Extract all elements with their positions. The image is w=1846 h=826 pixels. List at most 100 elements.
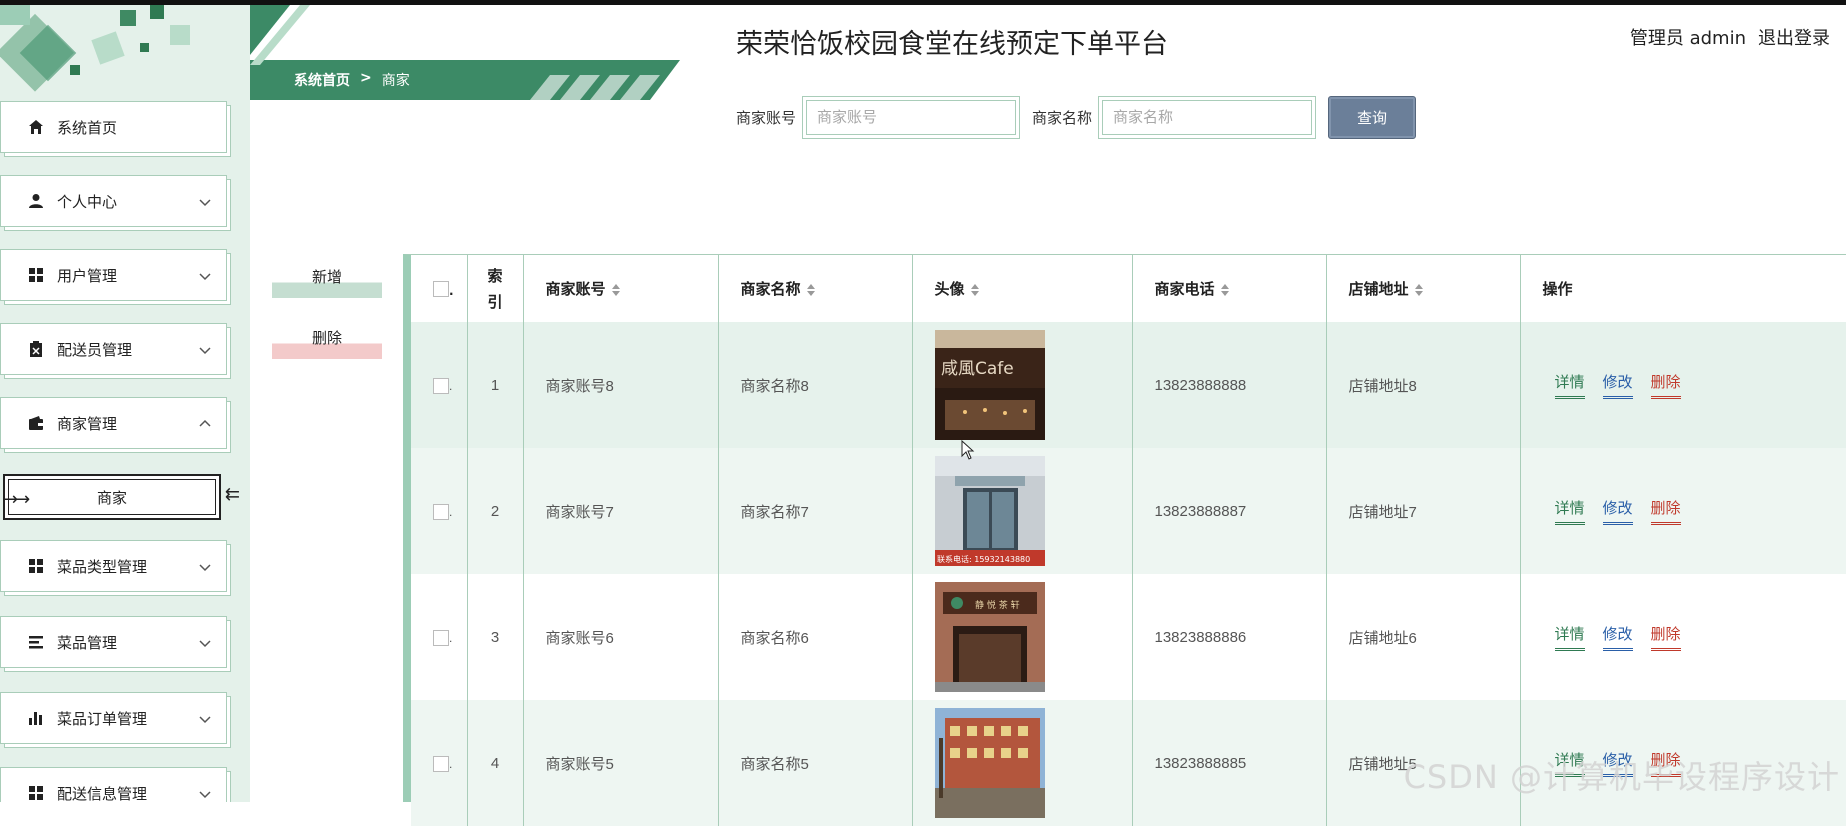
edit-link[interactable]: 修改	[1602, 371, 1633, 399]
breadcrumb: 系统首页 > 商家	[294, 70, 410, 90]
ops-cell: 详情 修改 删除	[1520, 448, 1846, 574]
breadcrumb-current: 商家	[381, 73, 410, 89]
select-all-checkbox[interactable]	[433, 281, 449, 297]
chevron-down-icon	[199, 199, 211, 207]
chevron-up-icon	[199, 419, 211, 427]
shop-address-cell: 店铺地址7	[1326, 448, 1521, 574]
avatar-image-teahouse[interactable]: 静 悦 茶 轩	[934, 582, 1045, 692]
delete-link[interactable]: 删除	[1650, 497, 1681, 525]
ops-cell: 详情 修改 删除	[1520, 322, 1846, 448]
merchant-name-input[interactable]	[1102, 100, 1313, 135]
row-checkbox-cell: .	[411, 322, 468, 448]
shop-address-cell: 店铺地址8	[1326, 322, 1521, 448]
sidebar-item-merchant-management[interactable]: 商家管理	[0, 397, 227, 449]
add-button[interactable]: 新增	[272, 264, 382, 298]
sidebar-item-delivery-info-management[interactable]: 配送信息管理	[0, 767, 227, 802]
merchant-table: . 索引 商家账号 商家名称 头像 商家电话 店铺地址 操作 . 1 商家账号8…	[403, 254, 1846, 826]
delete-link[interactable]: 删除	[1650, 623, 1681, 651]
merchant-account-field-wrap	[802, 96, 1021, 139]
grid-icon	[27, 557, 45, 575]
merchant-phone-cell: 13823888887	[1132, 448, 1327, 574]
name-header[interactable]: 商家名称	[718, 255, 913, 322]
grid-icon	[27, 784, 45, 802]
watermark: CSDN @计算机毕设程序设计	[1403, 758, 1840, 796]
sort-icon[interactable]	[970, 283, 979, 296]
sidebar-item-dish-management[interactable]: 菜品管理	[0, 616, 227, 668]
merchant-name-label: 商家名称	[1032, 109, 1093, 127]
phone-header[interactable]: 商家电话	[1132, 255, 1327, 322]
breadcrumb-home[interactable]: 系统首页	[294, 70, 350, 90]
edit-link[interactable]: 修改	[1602, 623, 1633, 651]
merchant-account-label: 商家账号	[736, 109, 797, 127]
row-checkbox[interactable]	[433, 629, 449, 646]
page-title: 荣荣恰饭校园食堂在线预定下单平台	[736, 29, 1168, 60]
avatar-image-storefront[interactable]: 联系电话: 15932143880	[934, 456, 1045, 566]
shop-address-cell: 店铺地址6	[1326, 574, 1521, 700]
detail-link[interactable]: 详情	[1554, 497, 1585, 525]
ops-header: 操作	[1520, 255, 1846, 322]
merchant-account-input[interactable]	[806, 100, 1017, 135]
address-header[interactable]: 店铺地址	[1326, 255, 1521, 322]
merchant-account-cell: 商家账号5	[523, 700, 719, 826]
table-row: . 2 商家账号7 商家名称7 联系电话: 15932143880 138238…	[411, 448, 1846, 574]
avatar-header[interactable]: 头像	[912, 255, 1133, 322]
avatar-cell: 联系电话: 15932143880	[912, 448, 1133, 574]
row-checkbox-cell: .	[411, 700, 468, 826]
sort-icon[interactable]	[1414, 283, 1423, 296]
chevron-down-icon	[199, 273, 211, 281]
row-checkbox[interactable]	[433, 755, 449, 772]
account-header[interactable]: 商家账号	[523, 255, 719, 322]
sort-icon[interactable]	[1220, 283, 1229, 296]
sidebar-item-label: 商家管理	[57, 414, 118, 433]
sidebar-decoration	[0, 5, 190, 92]
sidebar-item-user-management[interactable]: 用户管理	[0, 249, 227, 301]
home-icon	[27, 118, 45, 136]
row-checkbox[interactable]	[433, 503, 449, 520]
edit-link[interactable]: 修改	[1602, 497, 1633, 525]
sidebar-item-dish-order-management[interactable]: 菜品订单管理	[0, 692, 227, 744]
arrow-right-icon: →→	[3, 489, 30, 510]
sidebar-item-dish-type-management[interactable]: 菜品类型管理	[0, 540, 227, 592]
merchant-name-cell: 商家名称5	[718, 700, 913, 826]
row-index: 3	[467, 574, 524, 700]
clipboard-icon	[27, 340, 45, 358]
sort-icon[interactable]	[611, 283, 620, 296]
chevron-down-icon	[199, 564, 211, 572]
merchant-account-cell: 商家账号7	[523, 448, 719, 574]
table-header-row: . 索引 商家账号 商家名称 头像 商家电话 店铺地址 操作	[411, 255, 1846, 322]
sidebar-item-home[interactable]: 系统首页	[0, 101, 227, 153]
mouse-cursor-icon	[961, 440, 975, 460]
merchant-name-cell: 商家名称6	[718, 574, 913, 700]
sidebar-item-label: 个人中心	[57, 192, 118, 211]
merchant-phone-cell: 13823888885	[1132, 700, 1327, 826]
sort-icon[interactable]	[806, 283, 815, 296]
row-checkbox[interactable]	[433, 377, 449, 394]
avatar-sign-text: 咸風Cafe	[941, 359, 1014, 379]
sidebar: 系统首页 个人中心 用户管理 配送员管理 商家管理 →→ 商家 ⇇ 菜品类型管理…	[0, 5, 250, 802]
search-bar: 商家账号 商家名称 查询	[736, 96, 1417, 139]
sidebar-item-courier-management[interactable]: 配送员管理	[0, 323, 227, 375]
merchant-name-cell: 商家名称7	[718, 448, 913, 574]
select-all-header: .	[411, 255, 468, 322]
delete-link[interactable]: 删除	[1650, 371, 1681, 399]
arrow-left-icon: ⇇	[224, 484, 240, 505]
logout-link[interactable]: 退出登录	[1758, 24, 1830, 50]
query-button[interactable]: 查询	[1328, 96, 1417, 139]
merchant-phone-cell: 13823888888	[1132, 322, 1327, 448]
delete-button[interactable]: 删除	[272, 325, 382, 359]
table-row: . 1 商家账号8 商家名称8 咸風Cafe 13823888888 店铺地址8…	[411, 322, 1846, 448]
row-index: 4	[467, 700, 524, 826]
wallet-icon	[27, 414, 45, 432]
avatar-image-cafe[interactable]: 咸風Cafe	[934, 330, 1045, 440]
sidebar-item-personal-center[interactable]: 个人中心	[0, 175, 227, 227]
row-checkbox-cell: .	[411, 574, 468, 700]
user-area: 管理员 admin 退出登录	[1630, 24, 1830, 50]
detail-link[interactable]: 详情	[1554, 623, 1585, 651]
person-icon	[27, 192, 45, 210]
detail-link[interactable]: 详情	[1554, 371, 1585, 399]
index-header: 索引	[467, 255, 524, 322]
grid-icon	[27, 266, 45, 284]
avatar-cell: 咸風Cafe	[912, 322, 1133, 448]
sidebar-item-label: 配送员管理	[57, 340, 133, 359]
sidebar-subitem-merchant[interactable]: →→ 商家 ⇇	[3, 474, 240, 520]
